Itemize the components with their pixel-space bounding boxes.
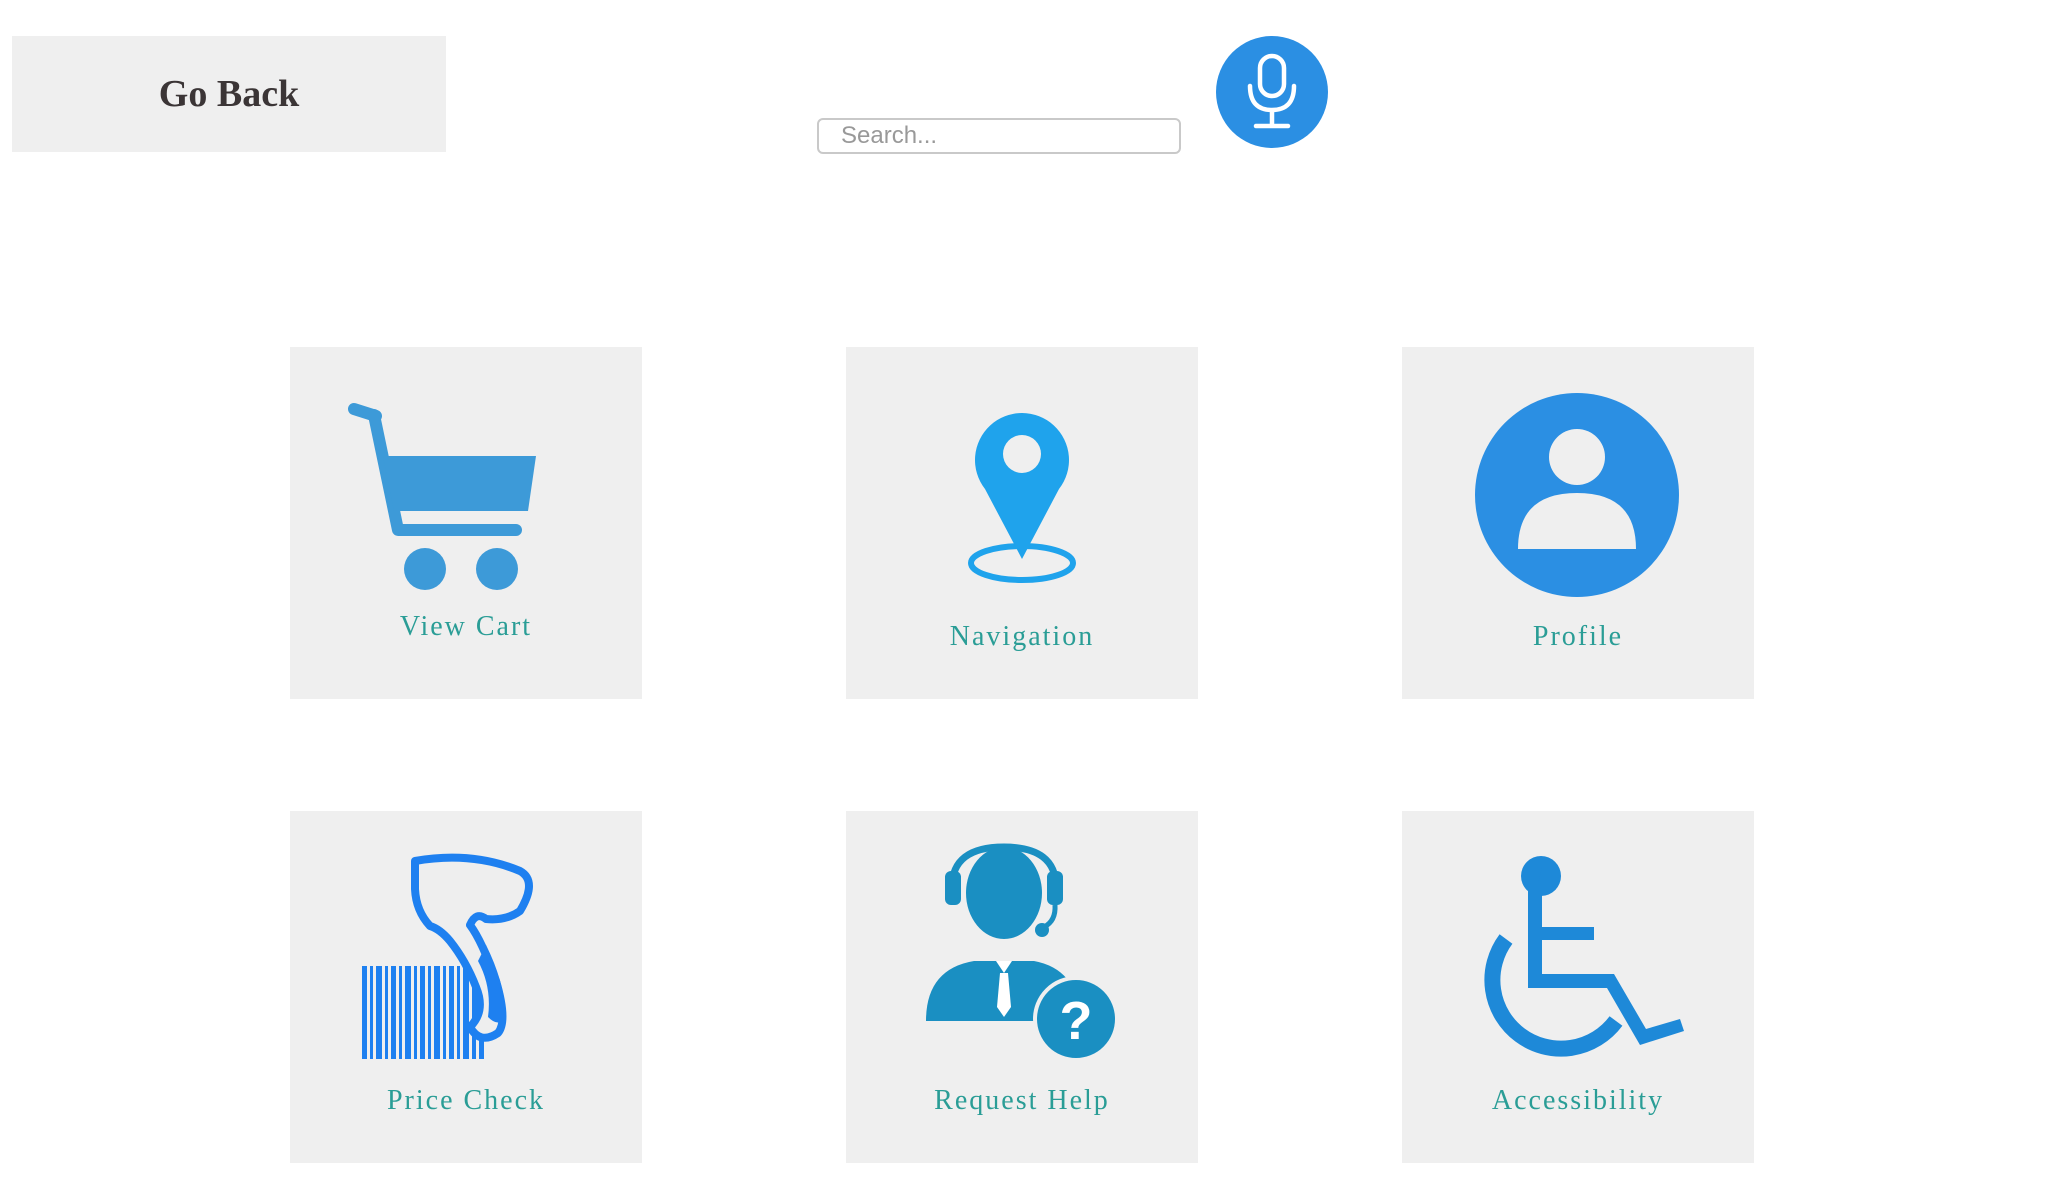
wheelchair-icon: [1484, 856, 1684, 1057]
accessibility-tile[interactable]: Accessibility: [1402, 811, 1754, 1163]
navigation-tile[interactable]: Navigation: [846, 347, 1198, 699]
go-back-button[interactable]: Go Back: [12, 36, 446, 152]
tile-label: View Cart: [399, 611, 533, 642]
search-input[interactable]: [817, 118, 1181, 154]
support-agent-icon: ?: [926, 843, 1119, 1062]
barcode-scanner-icon: [362, 853, 533, 1059]
price-check-tile[interactable]: Price Check: [290, 811, 642, 1163]
microphone-button[interactable]: [1216, 36, 1328, 148]
tile-label: Navigation: [949, 621, 1095, 652]
tile-label: Profile: [1532, 621, 1624, 652]
svg-text:?: ?: [1060, 991, 1093, 1051]
tile-label: Accessibility: [1491, 1085, 1665, 1116]
tile-label: Request Help: [934, 1085, 1110, 1116]
profile-tile[interactable]: Profile: [1402, 347, 1754, 699]
microphone-icon: [1247, 53, 1297, 129]
tile-label: Price Check: [386, 1085, 546, 1116]
request-help-tile[interactable]: ? Request Help: [846, 811, 1198, 1163]
user-profile-icon: [1475, 393, 1679, 597]
location-pin-icon: [968, 413, 1076, 583]
shopping-cart-icon: [348, 403, 536, 590]
view-cart-tile[interactable]: View Cart: [290, 347, 642, 699]
